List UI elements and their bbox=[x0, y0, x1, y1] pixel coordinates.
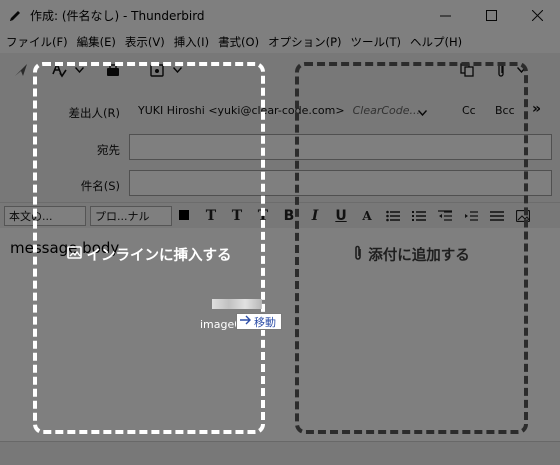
drag-action-label: 移動 bbox=[254, 315, 276, 329]
attachment-drop-text: 添付に追加する bbox=[368, 248, 470, 264]
drag-move-badge: 移動 bbox=[236, 313, 282, 330]
inline-drop-label: インラインに挿入する bbox=[66, 244, 232, 265]
inline-drop-zone[interactable]: インラインに挿入する bbox=[33, 62, 265, 434]
arrow-right-icon bbox=[240, 315, 252, 328]
attachment-icon bbox=[353, 245, 363, 265]
attachment-drop-label: 添付に追加する bbox=[353, 244, 470, 265]
insert-image-icon bbox=[66, 246, 82, 263]
attachment-drop-zone[interactable]: 添付に追加する bbox=[295, 62, 528, 434]
drag-image-preview bbox=[212, 299, 262, 309]
inline-drop-text: インラインに挿入する bbox=[86, 248, 232, 264]
